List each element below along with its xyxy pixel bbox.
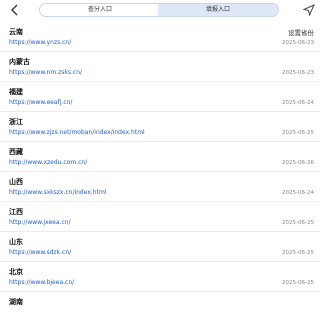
province-url[interactable]: https://www.bjeea.cn/: [9, 279, 74, 286]
date: 2025-06-25: [282, 220, 314, 226]
province-name: 山东: [9, 238, 23, 246]
date: 2025-06-25: [282, 280, 314, 286]
location-arrow-icon[interactable]: [303, 4, 315, 16]
date: 2025-06-25: [282, 130, 314, 136]
province-url[interactable]: https://www.eeafj.cn/: [9, 99, 72, 106]
province-name: 湖南: [9, 298, 23, 306]
list-item[interactable]: 北京 https://www.bjeea.cn/ 2025-06-25: [0, 262, 320, 292]
province-url[interactable]: https://www.ynzs.cn/: [9, 39, 71, 46]
province-name: 江西: [9, 208, 23, 216]
province-url[interactable]: http://www.jxeea.cn/: [9, 219, 71, 226]
date: 2025-06-23: [282, 70, 314, 76]
province-name: 福建: [9, 88, 23, 96]
top-bar: 查分入口 填报入口: [0, 0, 320, 22]
date: 2025-06-26: [282, 160, 314, 166]
date: 2025-06-24: [282, 190, 314, 196]
list-item[interactable]: 云南 https://www.ynzs.cn/ 设置省份 2025-06-23: [0, 22, 320, 52]
province-name: 内蒙古: [9, 58, 30, 66]
tab-score-query[interactable]: 查分入口: [40, 4, 160, 16]
list-item[interactable]: 内蒙古 https://www.nm.zsks.cn/ 2025-06-23: [0, 52, 320, 82]
list-item[interactable]: 福建 https://www.eeafj.cn/ 2025-06-24: [0, 82, 320, 112]
province-name: 浙江: [9, 118, 23, 126]
date: 2025-06-25: [282, 250, 314, 256]
chevron-left-icon[interactable]: [8, 3, 22, 17]
list-item[interactable]: 浙江 https://www.zjzs.net/moban/index/inde…: [0, 112, 320, 142]
tab-application[interactable]: 填报入口: [158, 4, 278, 16]
province-url[interactable]: https://www.zjzs.net/moban/index/index.h…: [9, 129, 145, 136]
list-item[interactable]: 山东 https://www.sdzk.cn/ 2025-06-25: [0, 232, 320, 262]
list-item[interactable]: 湖南: [0, 292, 320, 322]
list-item[interactable]: 江西 http://www.jxeea.cn/ 2025-06-25: [0, 202, 320, 232]
province-name: 山西: [9, 178, 23, 186]
province-url[interactable]: http://www.sxkszx.cn/index.html: [9, 189, 106, 196]
list-item[interactable]: 西藏 http://www.xzedu.com.cn/ 2025-06-26: [0, 142, 320, 172]
province-url[interactable]: https://www.nm.zsks.cn/: [9, 69, 82, 76]
province-link-list: 云南 https://www.ynzs.cn/ 设置省份 2025-06-23 …: [0, 22, 320, 322]
province-url[interactable]: https://www.sdzk.cn/: [9, 249, 71, 256]
entry-segmented-control: 查分入口 填报入口: [39, 3, 279, 17]
province-name: 云南: [9, 28, 23, 36]
list-item[interactable]: 山西 http://www.sxkszx.cn/index.html 2025-…: [0, 172, 320, 202]
date: 2025-06-24: [282, 100, 314, 106]
date: 2025-06-23: [282, 40, 314, 46]
province-name: 西藏: [9, 148, 23, 156]
province-url[interactable]: http://www.xzedu.com.cn/: [9, 159, 87, 166]
province-name: 北京: [9, 268, 23, 276]
set-province-button[interactable]: 设置省份: [288, 27, 314, 37]
